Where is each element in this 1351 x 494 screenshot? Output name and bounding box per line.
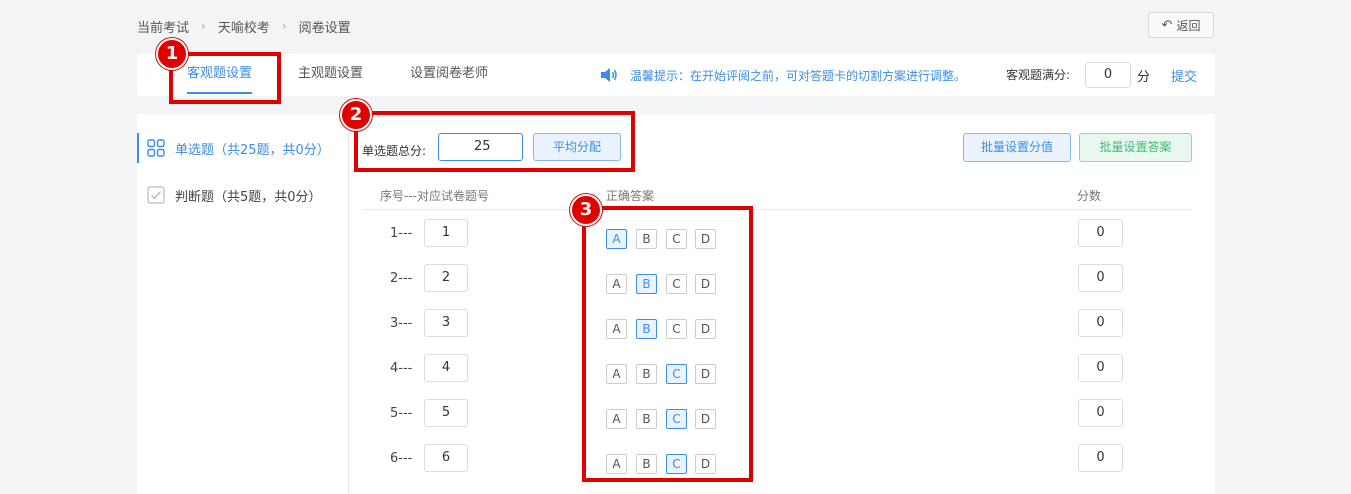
annotation-box-2: [354, 111, 635, 172]
batch-set-answer-button[interactable]: 批量设置答案: [1079, 133, 1192, 162]
tab-set-markers[interactable]: 设置阅卷老师: [410, 54, 488, 96]
row-seq-label: 3---: [390, 316, 413, 331]
row-seq-label: 4---: [390, 361, 413, 376]
score-input[interactable]: 0: [1078, 309, 1123, 337]
tab-bar: 客观题设置 主观题设置 设置阅卷老师 温馨提示：在开始评阅之前，可对答题卡的切割…: [137, 54, 1215, 96]
question-number-input[interactable]: 1: [424, 219, 468, 247]
sidebar-item-true-false[interactable]: 判断题（共5题，共0分）: [137, 180, 347, 210]
annotation-badge-2: 2: [340, 99, 372, 131]
full-score-label: 客观题满分:: [1006, 68, 1071, 82]
sidebar-item-label: 单选题（共25题，共0分）: [175, 142, 330, 158]
back-button[interactable]: ↶ 返回: [1148, 12, 1214, 38]
question-number-input[interactable]: 4: [424, 354, 468, 382]
score-input[interactable]: 0: [1078, 354, 1123, 382]
column-header-answer: 正确答案: [606, 189, 655, 203]
header-divider: [362, 209, 1192, 210]
grid-icon: [147, 139, 165, 157]
annotation-box-3: [582, 206, 753, 482]
annotation-badge-1: 1: [156, 38, 188, 70]
tip-message: 温馨提示：在开始评阅之前，可对答题卡的切割方案进行调整。: [600, 54, 966, 96]
tab-label: 设置阅卷老师: [410, 66, 489, 81]
row-seq-label: 2---: [390, 271, 413, 286]
breadcrumb: 当前考试 › 天喻校考 › 阅卷设置: [137, 16, 351, 36]
tab-label: 主观题设置: [298, 66, 364, 81]
score-input[interactable]: 0: [1078, 219, 1123, 247]
sidebar-divider: [348, 114, 349, 494]
question-number-input[interactable]: 5: [424, 399, 468, 427]
chevron-right-icon: ›: [281, 19, 287, 33]
breadcrumb-item-current-exam[interactable]: 当前考试: [137, 17, 189, 36]
sidebar-item-single-choice[interactable]: 单选题（共25题，共0分）: [137, 133, 347, 163]
breadcrumb-item-exam[interactable]: 天喻校考: [218, 17, 270, 36]
chevron-right-icon: ›: [201, 19, 206, 33]
annotation-badge-3: 3: [570, 194, 602, 226]
breadcrumb-item-marking-settings: 阅卷设置: [298, 20, 351, 36]
batch-set-score-button[interactable]: 批量设置分值: [963, 133, 1071, 162]
score-input[interactable]: 0: [1078, 444, 1123, 472]
column-header-seq: 序号---对应试卷题号: [380, 189, 489, 203]
question-number-input[interactable]: 6: [424, 444, 468, 472]
row-seq-label: 6---: [390, 451, 413, 466]
speaker-icon: [601, 68, 617, 82]
full-score-input[interactable]: 0: [1085, 62, 1131, 88]
question-number-input[interactable]: 2: [424, 264, 468, 292]
submit-link[interactable]: 提交: [1171, 66, 1197, 85]
score-input[interactable]: 0: [1078, 264, 1123, 292]
check-icon: [147, 186, 165, 204]
column-header-score: 分数: [1077, 189, 1102, 203]
question-number-input[interactable]: 3: [424, 309, 468, 337]
tab-subjective-settings[interactable]: 主观题设置: [298, 54, 363, 96]
full-score-unit: 分: [1137, 70, 1151, 85]
back-button-label: 返回: [1176, 18, 1201, 33]
row-seq-label: 1---: [390, 226, 413, 241]
sidebar-item-label: 判断题（共5题，共0分）: [175, 189, 322, 205]
tip-text: 温馨提示：在开始评阅之前，可对答题卡的切割方案进行调整。: [630, 68, 967, 83]
score-input[interactable]: 0: [1078, 399, 1123, 427]
undo-icon: ↶: [1161, 17, 1173, 33]
row-seq-label: 5---: [390, 406, 413, 421]
